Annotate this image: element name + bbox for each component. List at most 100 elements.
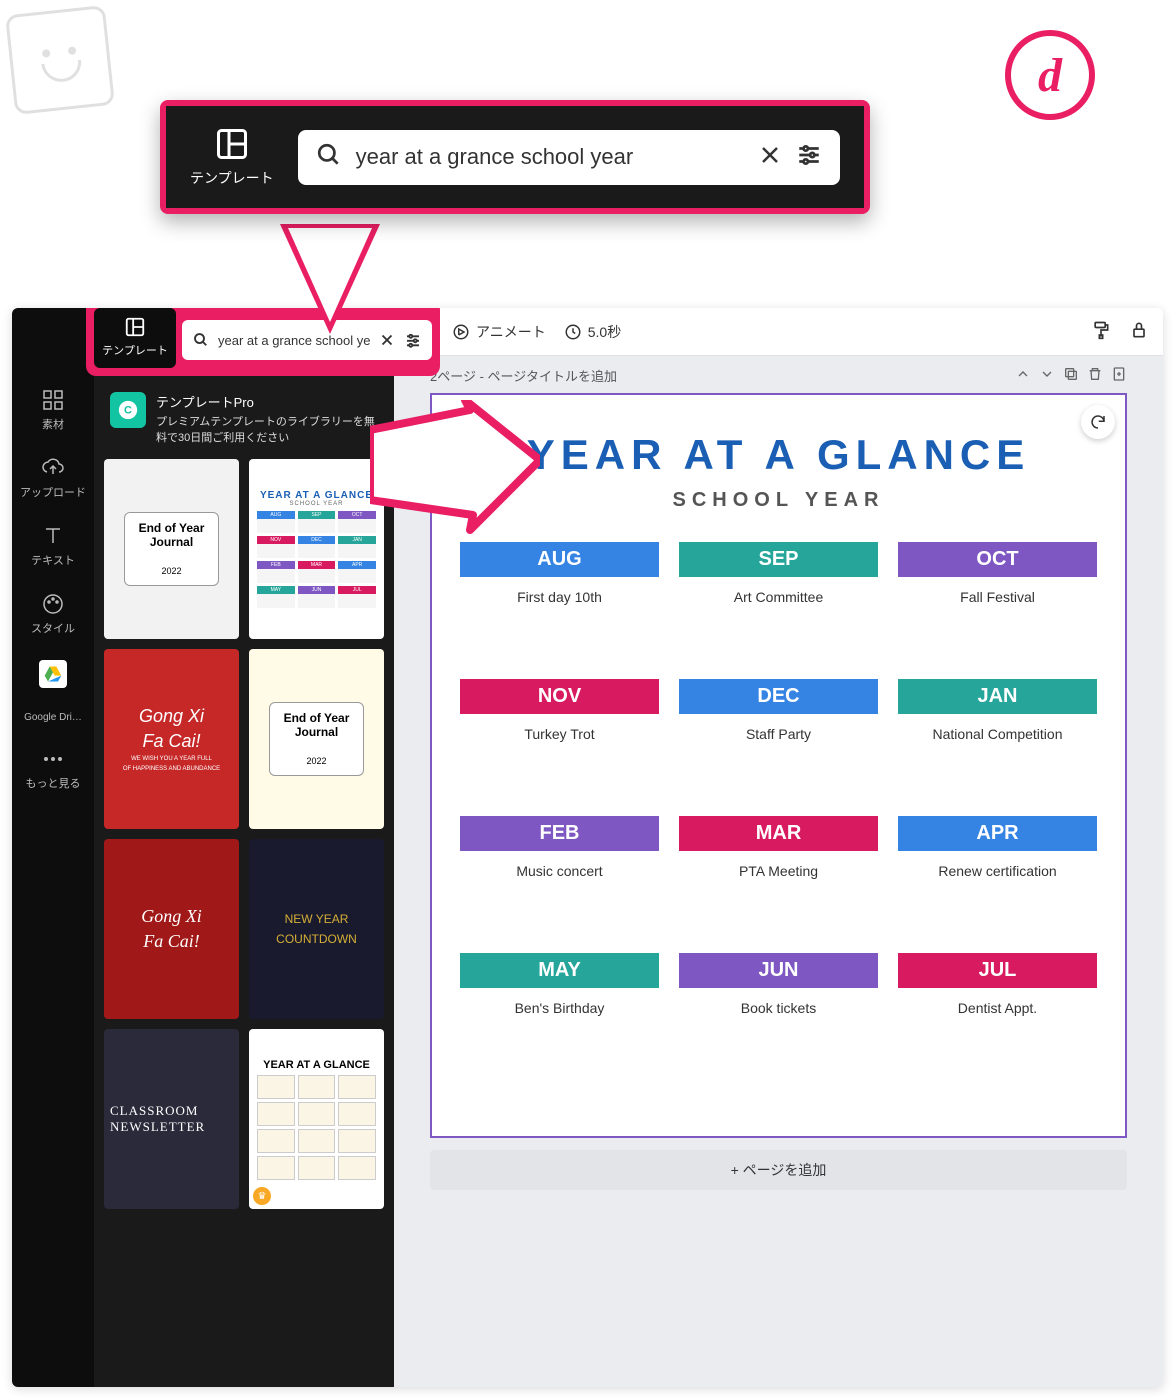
month-event[interactable]: Turkey Trot [460,714,659,802]
page-down-button[interactable] [1039,366,1055,385]
calendar-cell[interactable]: JUNBook tickets [679,953,878,1076]
calendar-cell[interactable]: JULDentist Appt. [898,953,1097,1076]
template-icon [214,126,250,162]
template-icon [124,316,146,338]
template-thumb-countdown[interactable]: NEW YEAR COUNTDOWN [249,839,384,1019]
paint-roller-icon [1091,320,1111,340]
rail-google-drive[interactable] [39,660,67,688]
month-header: APR [898,816,1097,851]
duration-button[interactable]: 5.0秒 [564,322,621,342]
add-page-button[interactable] [1111,366,1127,385]
template-thumb-newsletter[interactable]: CLASSROOM NEWSLETTER [104,1029,239,1209]
refresh-icon [1089,413,1107,431]
month-header: JUL [898,953,1097,988]
calendar-cell[interactable]: MARPTA Meeting [679,816,878,939]
promo-title: テンプレートPro [156,392,378,411]
month-header: FEB [460,816,659,851]
animate-icon [452,323,470,341]
calendar-cell[interactable]: JANNational Competition [898,679,1097,802]
page-up-button[interactable] [1015,366,1031,385]
paint-roller-button[interactable] [1091,320,1111,343]
month-event[interactable]: Staff Party [679,714,878,802]
duplicate-page-button[interactable] [1063,366,1079,385]
lock-icon [1129,320,1149,340]
calendar-cell[interactable]: AUGFirst day 10th [460,542,659,665]
calendar-cell[interactable]: NOVTurkey Trot [460,679,659,802]
calendar-cell[interactable]: SEPArt Committee [679,542,878,665]
template-thumb-year-at-glance-selected[interactable]: YEAR AT A GLANCE SCHOOL YEAR AUGSEPOCTNO… [249,459,384,639]
canvas-area: アニメート 5.0秒 2ページ - ページタイトルを追加 YEAR AT A G… [394,308,1163,1387]
month-event[interactable]: Ben's Birthday [460,988,659,1076]
month-event[interactable]: PTA Meeting [679,851,878,939]
rail-more[interactable]: もっと見る [26,747,81,791]
month-event[interactable]: Art Committee [679,577,878,665]
clear-icon[interactable] [378,331,396,349]
month-event[interactable]: Book tickets [679,988,878,1076]
template-thumb-journal2[interactable]: End of YearJournal2022 [249,649,384,829]
month-header: DEC [679,679,878,714]
rail-text[interactable]: テキスト [31,524,75,568]
callout-tab-label: テンプレート [190,168,274,188]
editor: 素材 アップロード テキスト スタイル Google Dri… もっと見る テン… [12,308,1163,1387]
filter-icon[interactable] [404,331,422,349]
search-icon [316,142,342,173]
rail-label: スタイル [31,620,75,636]
rail-label: もっと見る [26,775,81,791]
calendar-cell[interactable]: DECStaff Party [679,679,878,802]
month-header: AUG [460,542,659,577]
template-pro-promo[interactable]: C テンプレートPro プレミアムテンプレートのライブラリーを無料で30日間ご利… [104,386,384,451]
month-event[interactable]: Renew certification [898,851,1097,939]
clear-icon [758,143,782,172]
rail-upload[interactable]: アップロード [20,456,86,500]
template-thumb-gongxi2[interactable]: Gong Xi Fa Cai! [104,839,239,1019]
template-grid: End of YearJournal2022 YEAR AT A GLANCE … [104,459,384,1209]
template-tab-label: テンプレート [102,342,168,358]
rail-label: 素材 [42,416,64,432]
calendar-cell[interactable]: APRRenew certification [898,816,1097,939]
template-thumb-journal[interactable]: End of YearJournal2022 [104,459,239,639]
callout-template-tab: テンプレート [190,126,274,188]
callout-search-bar: year at a grance school year [298,130,840,185]
design-canvas[interactable]: YEAR AT A GLANCE SCHOOL YEAR AUGFirst da… [430,393,1127,1138]
calendar-cell[interactable]: MAYBen's Birthday [460,953,659,1076]
page-title-label[interactable]: 2ページ - ページタイトルを追加 [430,366,617,385]
delete-page-button[interactable] [1087,366,1103,385]
clock-icon [564,323,582,341]
rail-style[interactable]: スタイル [31,592,75,636]
calendar-cell[interactable]: OCTFall Festival [898,542,1097,665]
side-rail: 素材 アップロード テキスト スタイル Google Dri… もっと見る [12,308,94,1387]
canvas-subtitle[interactable]: SCHOOL YEAR [460,489,1097,512]
refresh-button[interactable] [1081,405,1115,439]
search-text: year at a grance school year [356,144,744,170]
month-event[interactable]: Music concert [460,851,659,939]
month-header: OCT [898,542,1097,577]
template-search-highlight: テンプレート year at a grance school year [86,308,440,376]
animate-label: アニメート [476,322,546,342]
template-thumb-gongxi[interactable]: Gong Xi Fa Cai! WE WISH YOU A YEAR FULL … [104,649,239,829]
month-event[interactable]: National Competition [898,714,1097,802]
rail-label: Google Dri… [24,712,82,723]
add-page-bar[interactable]: + ページを追加 [430,1150,1127,1190]
more-icon [41,747,65,771]
template-tab-active[interactable]: テンプレート [94,308,176,368]
crown-icon: ♛ [253,1187,271,1205]
rail-elements[interactable]: 素材 [41,388,65,432]
template-thumb-yag2[interactable]: YEAR AT A GLANCE ♛ [249,1029,384,1209]
filter-icon [796,142,822,173]
month-event[interactable]: First day 10th [460,577,659,665]
search-icon [192,331,210,349]
canva-icon: C [110,392,146,428]
animate-button[interactable]: アニメート [452,322,546,342]
lock-button[interactable] [1129,320,1149,343]
rail-label: アップロード [20,484,86,500]
month-header: SEP [679,542,878,577]
canvas-title[interactable]: YEAR AT A GLANCE [460,431,1097,479]
month-header: MAR [679,816,878,851]
template-panel: テンプレート year at a grance school year C テン… [94,308,394,1387]
annotation-letter: d [1005,30,1095,120]
month-event[interactable]: Dentist Appt. [898,988,1097,1076]
calendar-cell[interactable]: FEBMusic concert [460,816,659,939]
search-callout: テンプレート year at a grance school year [160,100,870,214]
palette-icon [41,592,65,616]
month-event[interactable]: Fall Festival [898,577,1097,665]
